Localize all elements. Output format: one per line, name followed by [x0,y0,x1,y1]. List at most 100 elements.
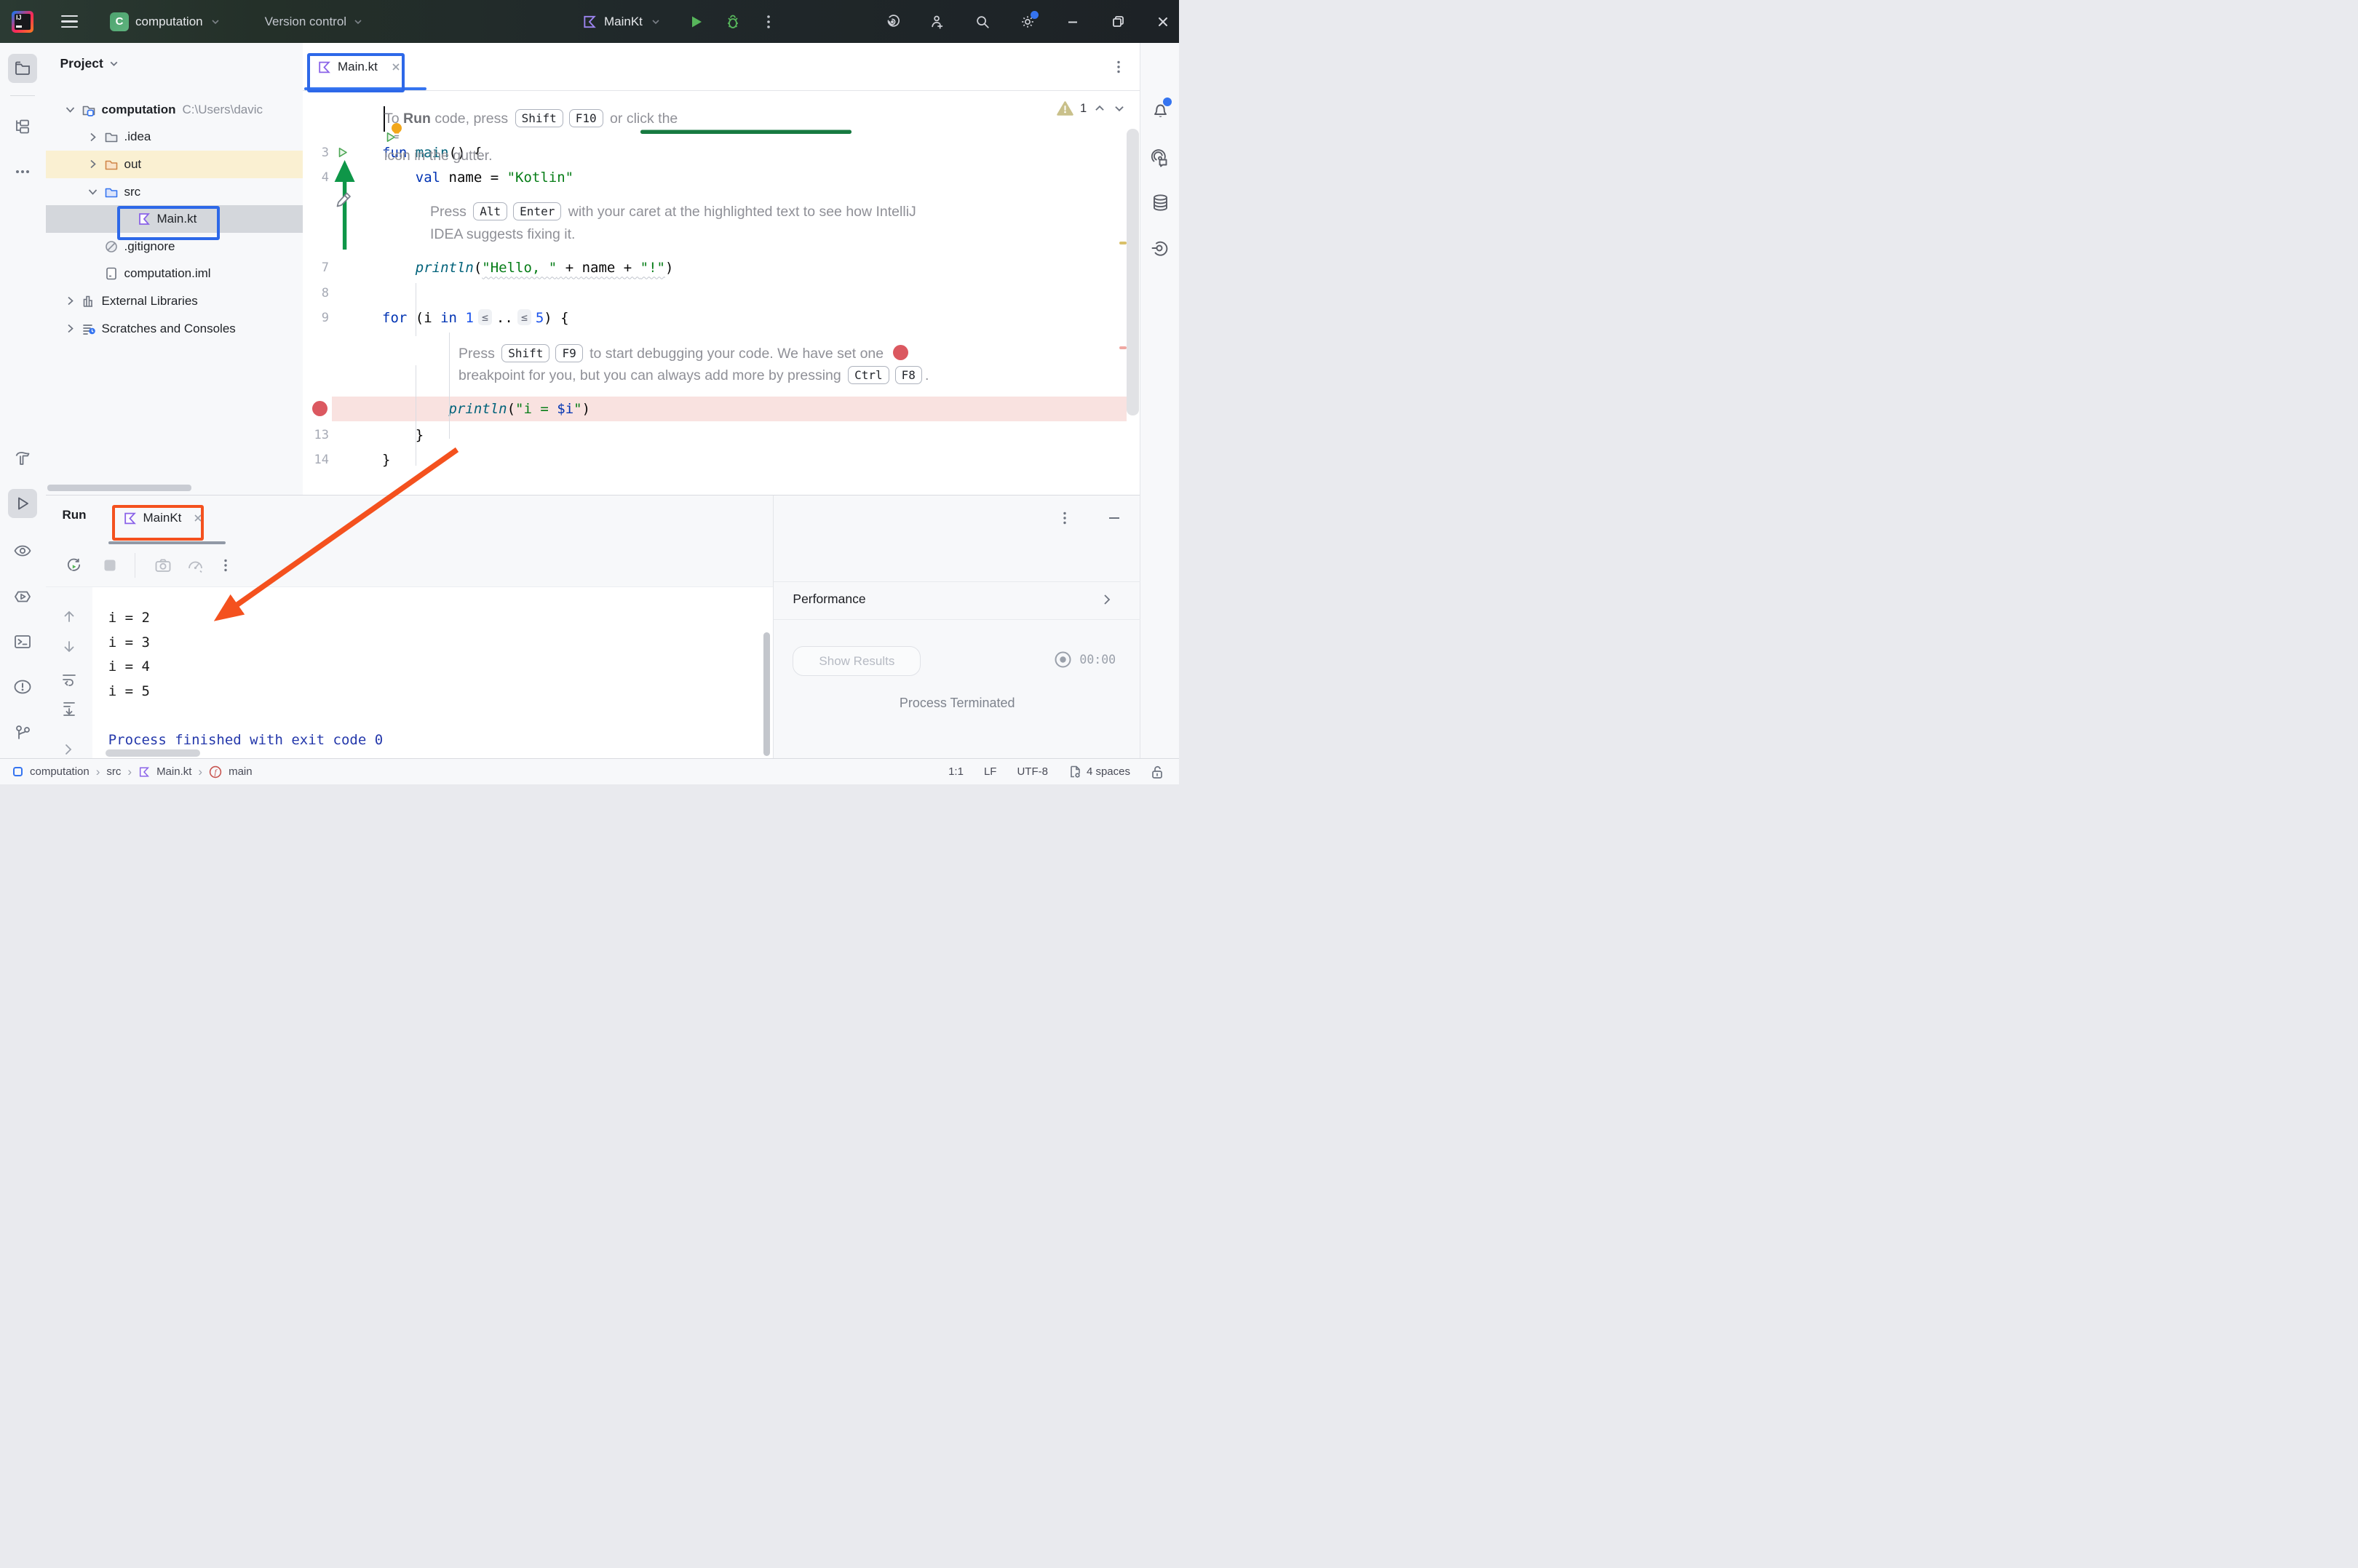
breadcrumb-item[interactable]: src [106,765,121,778]
caret-position[interactable]: 1:1 [948,765,964,778]
line-separator[interactable]: LF [984,765,997,778]
capture-snapshot-icon[interactable] [154,557,172,574]
warning-stripe-mark[interactable] [1119,242,1127,244]
debug-button[interactable] [724,13,742,31]
database-tool-icon[interactable] [1150,192,1170,212]
lock-icon[interactable] [1151,765,1164,779]
ai-assistant-icon[interactable] [884,14,900,30]
record-icon [1054,650,1072,669]
code-with-me-icon[interactable] [929,14,945,30]
code-line-14[interactable]: } [382,447,390,473]
line-number[interactable]: 14 [303,447,329,473]
tree-item-computation[interactable]: computationC:\Users\davic [46,96,303,124]
minimize-button[interactable] [1065,14,1081,30]
console-horizontal-scrollbar[interactable] [106,749,200,757]
close-button[interactable] [1155,14,1171,30]
line-number[interactable]: 8 [303,281,329,306]
run-toolbar [46,544,774,586]
gutter-run-icon[interactable] [336,146,349,159]
code-line-7[interactable]: println("Hello, " + name + "!") [382,255,673,281]
expand-console-icon[interactable] [60,741,78,759]
inspections-widget[interactable]: 1 [1057,101,1126,116]
terminal-tool-button[interactable] [8,627,37,656]
stop-button[interactable] [101,557,119,574]
tree-item-gitignore[interactable]: .gitignore [46,233,303,260]
ai-assistant-tool-icon[interactable] [1150,148,1170,169]
settings-icon[interactable] [1020,14,1036,30]
profiler-gauge-icon[interactable] [186,557,204,574]
more-tool-windows-button[interactable] [8,157,37,186]
services-tool-button[interactable] [8,582,37,611]
tree-item-main-kt[interactable]: Main.kt [46,205,303,233]
vcs-widget[interactable]: Version control [265,15,364,29]
show-results-button[interactable]: Show Results [793,646,921,676]
indent-style[interactable]: 4 spaces [1068,765,1130,779]
structure-tool-button[interactable] [8,112,37,141]
project-widget[interactable]: C computation [110,12,221,31]
build-tool-window-icon[interactable] [1150,238,1170,258]
project-horizontal-scrollbar[interactable] [47,485,191,491]
rerun-button[interactable] [65,557,82,574]
run-button[interactable] [688,13,705,31]
run-config-name[interactable]: MainKt [604,15,643,29]
run-tab-mainkt[interactable]: MainKt [117,501,210,535]
code-line-13[interactable]: } [382,423,424,448]
scroll-to-end-icon[interactable] [60,700,78,717]
settings-notification-dot [1031,11,1039,19]
tab-options-icon[interactable] [1111,59,1127,75]
file-encoding[interactable]: UTF-8 [1017,765,1048,778]
line-number[interactable]: 7 [303,255,329,281]
line-number[interactable]: 4 [303,165,329,191]
code-token: ) [665,260,673,276]
run-tool-button[interactable] [8,489,37,518]
more-actions-icon[interactable] [761,14,777,30]
breakpoint-dot[interactable] [312,401,328,416]
run-console[interactable]: i = 2i = 3i = 4i = 5 Process finished wi… [92,586,774,760]
services-eye-tool-button[interactable] [8,536,37,565]
build-tool-button[interactable] [8,444,37,473]
close-tab-icon[interactable] [390,61,402,73]
code-token: + name + [557,260,640,276]
breadcrumb[interactable]: computation › src › Main.kt › f main [12,765,253,779]
tree-item-computation-iml[interactable]: computation.iml [46,260,303,288]
kbd-ctrl: Ctrl [848,366,889,384]
console-more-icon[interactable] [217,557,234,574]
line-number[interactable]: 3 [303,140,329,166]
close-tab-icon[interactable] [192,512,204,524]
main-menu-icon[interactable] [61,15,78,28]
console-vertical-scrollbar[interactable] [763,632,770,756]
performance-header[interactable]: Performance [774,581,1140,621]
breakpoint-stripe-mark[interactable] [1119,346,1127,349]
project-panel-header[interactable]: Project [60,56,120,71]
kbd-alt: Alt [473,202,507,220]
project-tool-button[interactable] [8,54,37,83]
git-tool-button[interactable] [8,718,37,747]
breadcrumb-item[interactable]: Main.kt [156,765,191,778]
editor-tab-main-kt[interactable]: Main.kt [310,50,409,84]
line-number[interactable]: 13 [303,423,329,448]
tree-item-external-libraries[interactable]: External Libraries [46,287,303,315]
breadcrumb-item[interactable]: main [229,765,253,778]
code-token: ( [474,260,482,276]
search-everywhere-icon[interactable] [974,14,991,30]
line-number[interactable]: 9 [303,306,329,331]
editor-vertical-scrollbar[interactable] [1127,129,1139,415]
notifications-bell-icon[interactable] [1150,100,1170,120]
breadcrumb-item[interactable]: computation [30,765,90,778]
problems-tool-button[interactable] [8,672,37,701]
tree-item-out[interactable]: out [46,151,303,178]
code-line-9[interactable]: for (i in 1≤..≤5) { [382,306,569,331]
tree-item-label: .idea [124,130,151,144]
tree-item-scratches[interactable]: Scratches and Consoles [46,315,303,343]
up-stacktrace-icon[interactable] [60,608,78,625]
tree-item-src[interactable]: src [46,178,303,206]
code-line-bp[interactable]: println("i = $i") [382,397,590,422]
maximize-button[interactable] [1110,14,1126,30]
next-problem-icon[interactable] [1113,102,1126,115]
prev-problem-icon[interactable] [1093,102,1106,115]
code-line-4[interactable]: val name = "Kotlin" [382,165,573,191]
code-token: 5 [536,310,544,326]
down-stacktrace-icon[interactable] [60,638,78,656]
tree-item-idea[interactable]: .idea [46,124,303,151]
soft-wrap-icon[interactable] [60,671,78,688]
